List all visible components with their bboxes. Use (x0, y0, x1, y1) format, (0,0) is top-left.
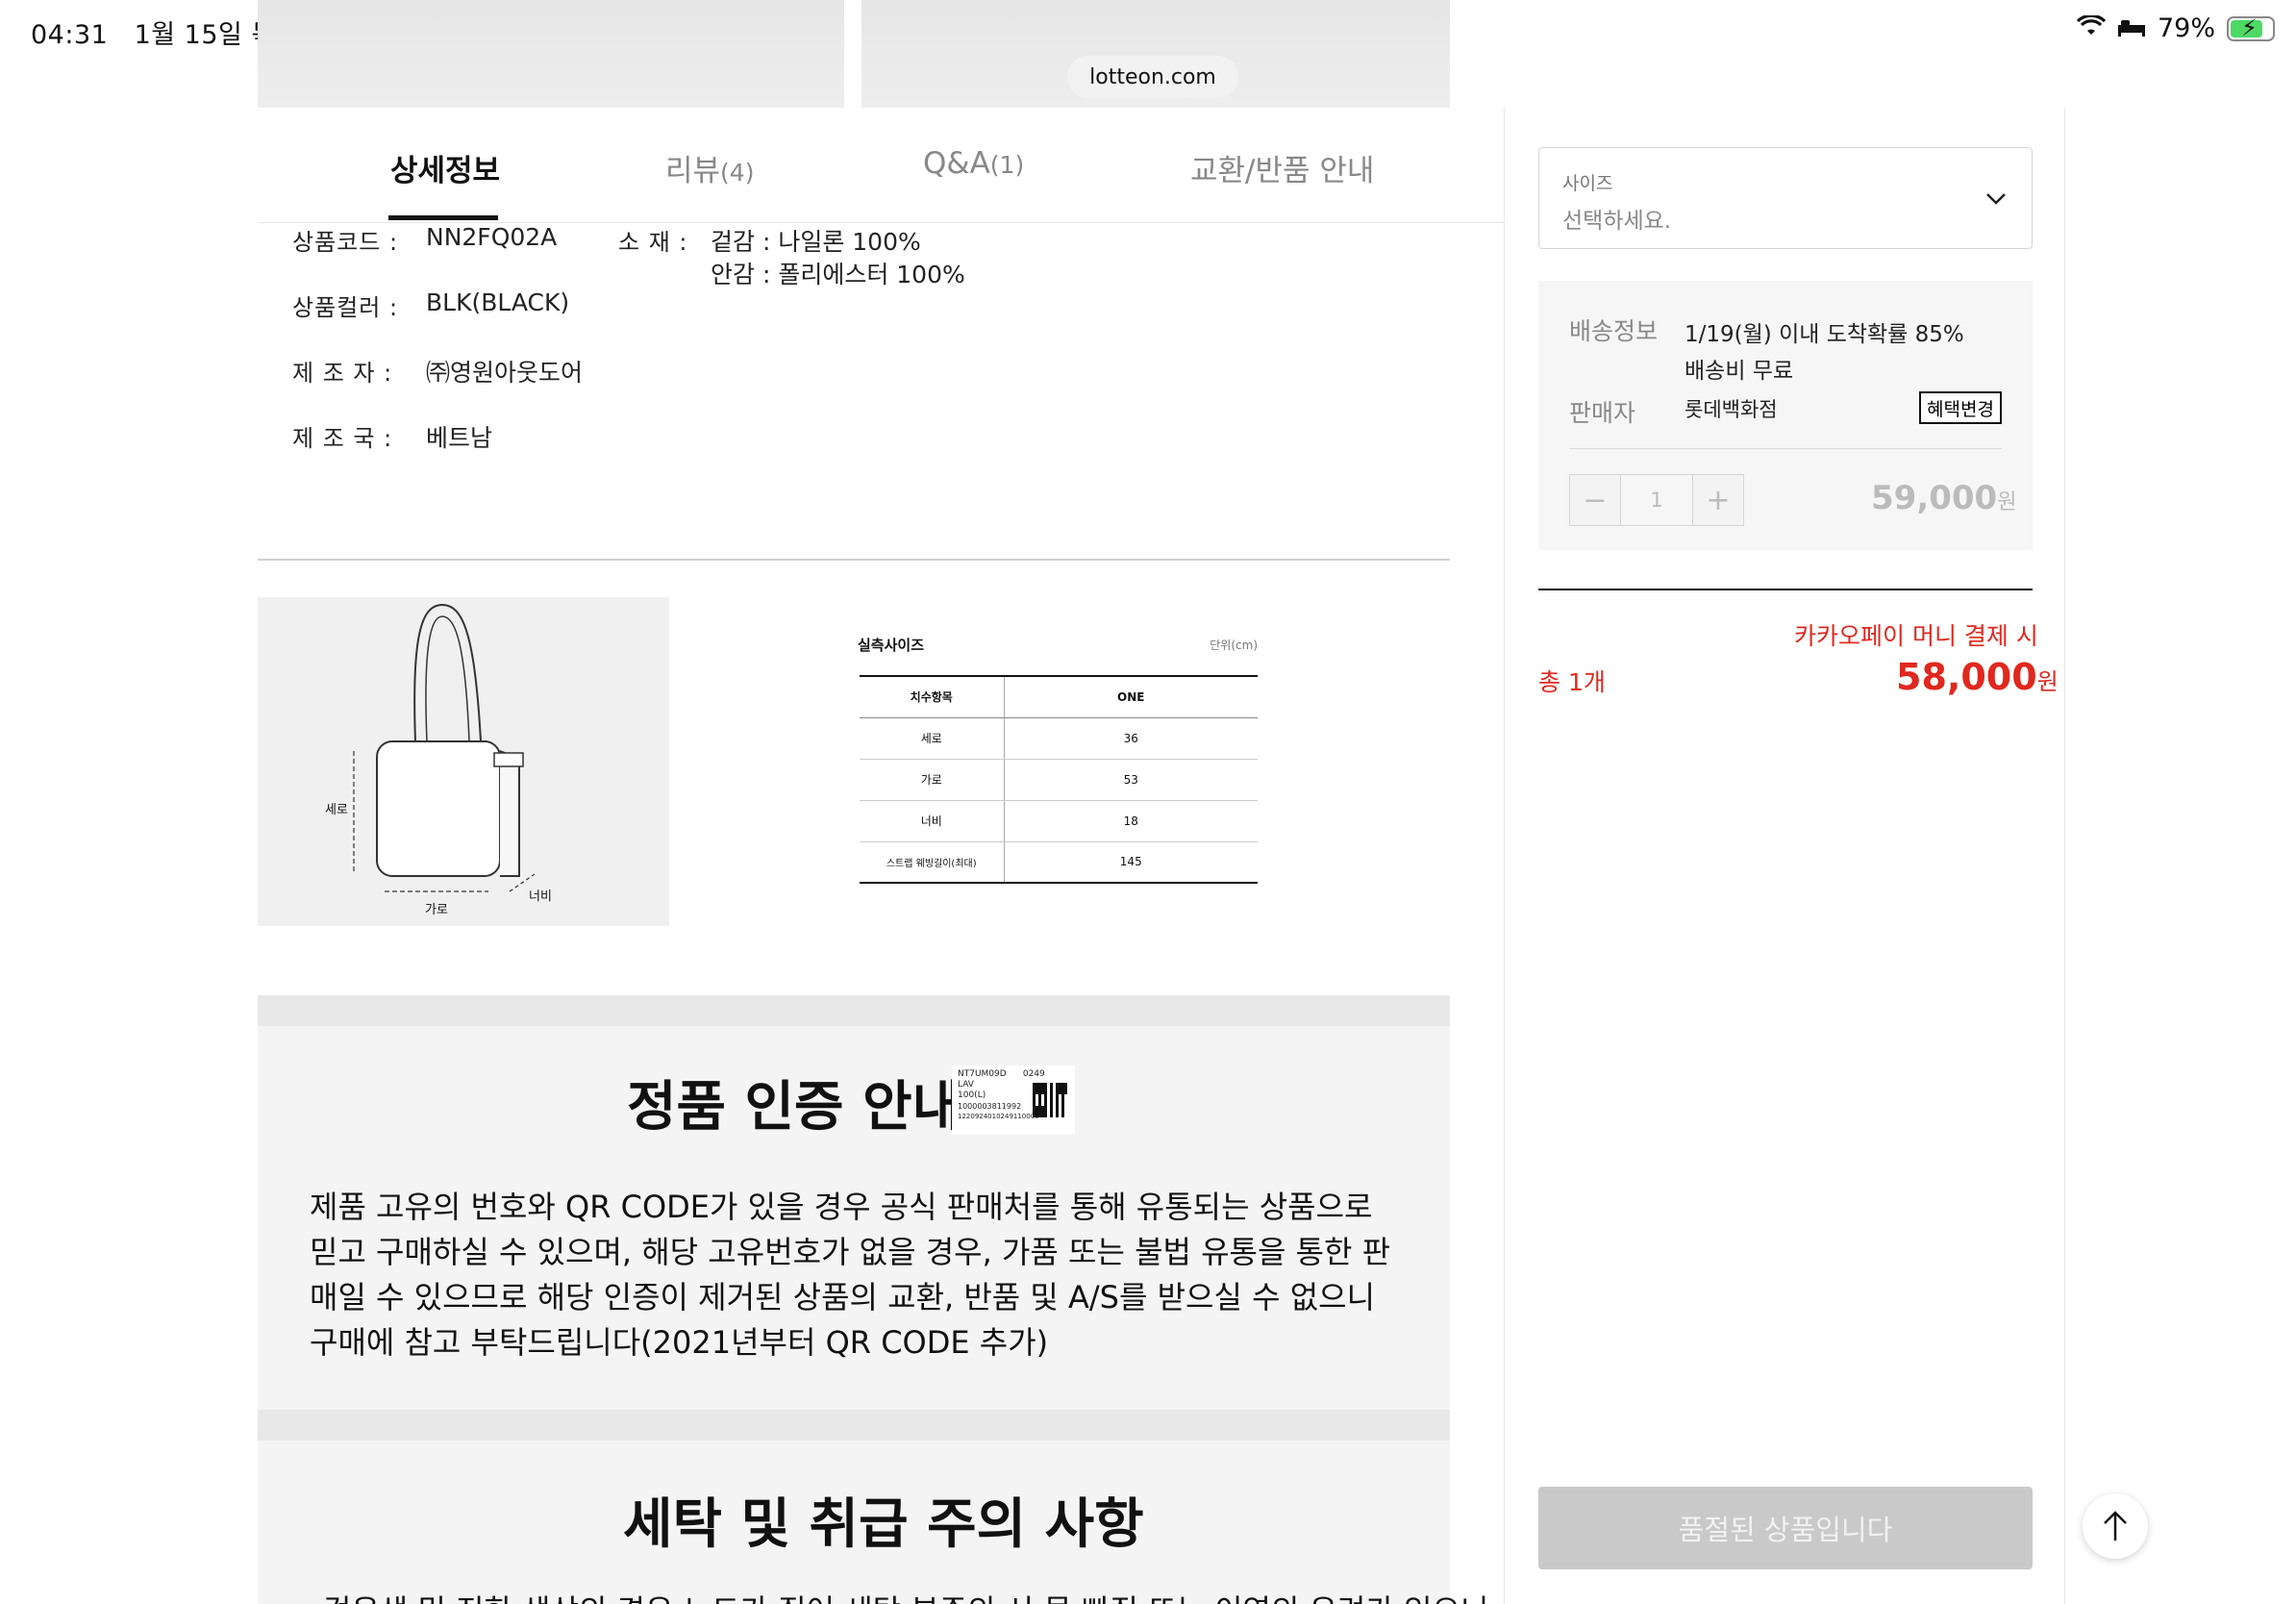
wifi-icon (2076, 13, 2107, 43)
table-row: 스트랩 웨빙길이(최대) 145 (860, 841, 1258, 884)
kakaopay-note: 카카오페이 머니 결제 시 (1794, 622, 2038, 650)
total-price-value: 58,000 (1896, 656, 2037, 698)
tab-qna-label: Q&A (923, 146, 990, 181)
tab-details-label: 상세정보 (390, 154, 501, 188)
chevron-down-icon (1985, 185, 2007, 212)
size-select-placeholder: 선택하세요. (1562, 209, 1672, 234)
unit-price-currency: 원 (1997, 490, 2017, 514)
qr-code-icon (1033, 1083, 1067, 1117)
info-divider (1569, 448, 2002, 449)
size-table: 치수항목 ONE 세로 36 가로 53 너비 18 스트랩 웨빙길이(최대) 145 (860, 675, 1258, 884)
tab-reviews-label: 리뷰 (665, 154, 721, 188)
size-row-label: 가로 (860, 759, 1005, 801)
spec-color-label: 상품컬러 : (292, 294, 399, 321)
sleep-icon (2117, 13, 2146, 43)
table-row: 세로 36 (860, 717, 1258, 760)
prev-image-left (258, 0, 844, 108)
unit-price: 59,000원 (1871, 479, 2016, 517)
spec-maker-label: 제 조 자 : (292, 360, 393, 387)
qr-tag-line: NT7UM09D 0249 (958, 1069, 1045, 1079)
quantity-plus-button[interactable]: + (1693, 475, 1743, 525)
delivery-estimate: 1/19(월) 이내 도착확률 85% (1685, 322, 1964, 347)
tab-exchange-label: 교환/반품 안내 (1190, 154, 1375, 188)
unit-price-value: 59,000 (1871, 479, 1998, 517)
size-row-value: 53 (1004, 759, 1258, 801)
battery-percent: 79% (2157, 13, 2215, 43)
status-clock: 04:31 (31, 20, 109, 50)
status-right: 79% ⚡ (2076, 13, 2275, 43)
seller-label: 판매자 (1569, 399, 1636, 427)
spec-material-inner: 안감 : 폴리에스터 100% (711, 261, 965, 288)
size-header-one: ONE (1004, 675, 1258, 718)
care-cut-text: 검은색 및 진한 색상의 경우 노드가 짙어 세탁 부주의 시 물 빠짐 또는 … (323, 1587, 1488, 1604)
tab-qna-count: (1) (989, 151, 1025, 179)
spec-country-value: 베트남 (426, 424, 493, 452)
spec-code-label: 상품코드 : (292, 229, 399, 256)
size-chart: 실측사이즈 단위(cm) 치수항목 ONE 세로 36 가로 53 너비 18 스트랩… (854, 631, 1261, 890)
tab-reviews[interactable]: 리뷰(4) (665, 146, 754, 189)
scroll-to-top-button[interactable] (2083, 1493, 2148, 1559)
benefit-change-button[interactable]: 혜택변경 (1919, 391, 2002, 424)
tab-reviews-count: (4) (720, 159, 755, 187)
soldout-button[interactable]: 품절된 상품입니다 (1538, 1487, 2033, 1569)
battery-charging-icon: ⚡ (2227, 14, 2275, 41)
spec-maker-value: ㈜영원아웃도어 (426, 359, 584, 387)
spec-country-label: 제 조 국 : (292, 425, 393, 452)
bag-height-label: 세로 (325, 803, 348, 817)
delivery-fee: 배송비 무료 (1685, 359, 1794, 384)
size-row-label: 세로 (860, 717, 1005, 760)
spec-material-outer: 겉감 : 나일론 100% (711, 228, 921, 256)
table-row: 너비 18 (860, 800, 1258, 842)
size-row-label: 너비 (860, 800, 1005, 842)
total-price: 58,000원 (1896, 656, 2059, 698)
spec-code-value: NN2FQ02A (426, 223, 558, 251)
care-title: 세탁 및 취급 주의 사항 (623, 1493, 1144, 1556)
size-chart-unit: 단위(cm) (1210, 639, 1258, 652)
tab-exchange-return[interactable]: 교환/반품 안내 (1190, 146, 1374, 189)
tab-active-underline (388, 215, 498, 220)
tab-qna[interactable]: Q&A(1) (923, 146, 1024, 181)
bag-depth-label: 너비 (529, 890, 552, 904)
quantity-stepper: − 1 + (1569, 474, 1744, 526)
detail-tabs: 상세정보 리뷰(4) Q&A(1) 교환/반품 안내 (258, 108, 1504, 223)
size-row-value: 36 (1004, 717, 1258, 760)
auth-body: 제품 고유의 번호와 QR CODE가 있을 경우 공식 판매처를 통해 유통되… (310, 1189, 1391, 1361)
size-select-label: 사이즈 (1562, 173, 1613, 194)
url-bar[interactable]: lotteon.com (1067, 56, 1238, 98)
size-chart-title: 실측사이즈 (858, 637, 925, 654)
arrow-up-icon (2104, 1511, 2127, 1541)
summary-divider (1538, 589, 2033, 590)
total-count: 총 1개 (1538, 668, 1606, 696)
size-row-value: 145 (1004, 841, 1258, 884)
seller-value: 롯데백화점 (1685, 398, 1778, 421)
spec-material-label: 소 재 : (618, 229, 688, 256)
bag-width-label: 가로 (425, 903, 448, 917)
size-header-item: 치수항목 (860, 675, 1005, 718)
size-table-header: 치수항목 ONE (860, 675, 1258, 718)
size-row-value: 18 (1004, 800, 1258, 842)
size-select[interactable]: 사이즈 선택하세요. (1538, 147, 2033, 249)
total-price-currency: 원 (2036, 668, 2059, 695)
quantity-minus-button[interactable]: − (1570, 475, 1620, 525)
auth-title: 정품 인증 안내 (627, 1076, 962, 1139)
size-row-label: 스트랩 웨빙길이(최대) (860, 841, 1005, 884)
table-row: 가로 53 (860, 759, 1258, 801)
care-band (258, 1410, 1450, 1441)
tab-details[interactable]: 상세정보 (390, 146, 500, 189)
auth-band (258, 995, 1450, 1026)
section-divider (258, 559, 1450, 561)
delivery-label: 배송정보 (1569, 317, 1659, 345)
bag-dimension-diagram: 세로 가로 너비 (258, 597, 669, 926)
spec-color-value: BLK(BLACK) (426, 288, 570, 316)
bag-illustration (353, 603, 536, 892)
url-text: lotteon.com (1089, 64, 1216, 89)
qr-tag-image: NT7UM09D 0249 LAV 100(L) 1000003811992 1… (952, 1065, 1075, 1135)
quantity-value[interactable]: 1 (1620, 475, 1693, 525)
